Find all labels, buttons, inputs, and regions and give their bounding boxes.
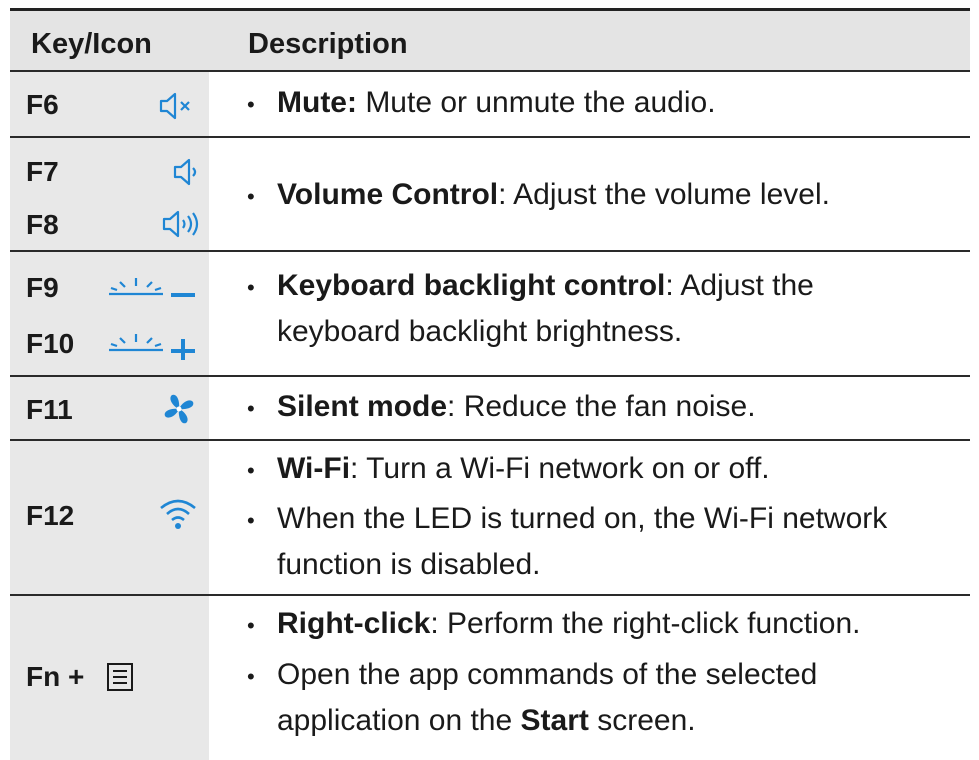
speaker-mute-icon	[159, 91, 195, 121]
bullet: •	[247, 92, 255, 117]
key-f7: F7	[26, 156, 59, 187]
table-header-row: Key/Icon Description	[10, 11, 970, 72]
description-right-click: Right-click: Perform the right-click fun…	[277, 607, 861, 640]
bullet: •	[247, 275, 255, 300]
table-row-fn-menu: Fn + • Right-click: Perform the right-cl…	[10, 596, 970, 760]
bullet: •	[247, 508, 255, 533]
description-silent-mode: Silent mode: Reduce the fan noise.	[277, 390, 756, 423]
backlight-decrease-icon	[105, 268, 197, 304]
description-wifi: Wi-Fi: Turn a Wi-Fi network on or off.	[277, 452, 770, 485]
bullet: •	[247, 664, 255, 689]
header-description: Description	[248, 28, 408, 60]
backlight-increase-icon	[105, 324, 197, 360]
key-f6: F6	[26, 89, 59, 120]
bullet: •	[247, 613, 255, 638]
description-backlight: Keyboard backlight control: Adjust the ke…	[277, 269, 814, 348]
wifi-icon	[158, 495, 198, 531]
description-app-commands: Open the app commands of the selected app…	[277, 658, 818, 737]
header-key-icon: Key/Icon	[31, 28, 152, 60]
table-row-f11: F11 • Silent mode: Reduce the fan noise.	[10, 377, 970, 441]
menu-key-icon	[106, 662, 134, 692]
key-f11: F11	[26, 394, 73, 425]
bullet: •	[247, 184, 255, 209]
table-row-f7-f8: F7 F8 • Volume Control: Adjust the volum…	[10, 138, 970, 252]
bullet: •	[247, 396, 255, 421]
fan-icon	[162, 392, 196, 426]
key-f8: F8	[26, 209, 59, 240]
key-f10: F10	[26, 328, 75, 359]
key-f12: F12	[26, 500, 75, 531]
description-mute: Mute: Mute or unmute the audio.	[277, 86, 716, 119]
key-f9: F9	[26, 272, 59, 303]
description-led: When the LED is turned on, the Wi-Fi net…	[277, 502, 888, 581]
speaker-volume-up-icon	[162, 208, 200, 240]
bullet: •	[247, 458, 255, 483]
key-fn: Fn +	[26, 661, 85, 692]
description-volume: Volume Control: Adjust the volume level.	[277, 178, 830, 211]
speaker-volume-down-icon	[173, 157, 199, 187]
table-row-f6: F6 • Mute: Mute or unmute the audio.	[10, 72, 970, 138]
table-row-f12: F12 • Wi-Fi: Turn a Wi-Fi network on or …	[10, 441, 970, 596]
table-row-f9-f10: F9 F10 • Keyboard backlight control: Adj…	[10, 252, 970, 377]
